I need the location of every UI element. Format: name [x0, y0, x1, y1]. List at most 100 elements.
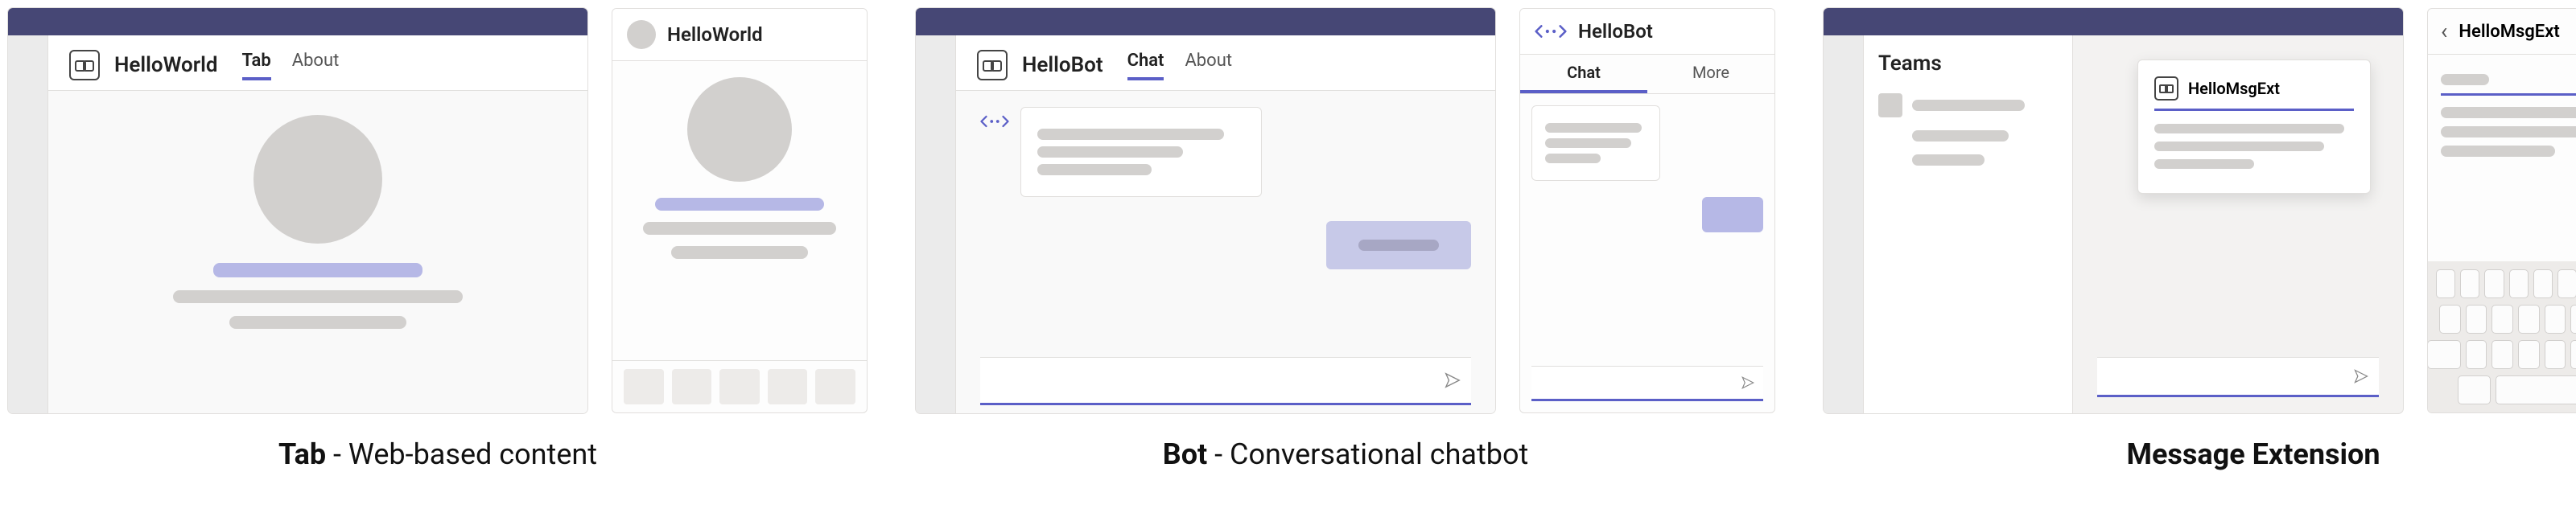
mobile-title: HelloBot [1578, 20, 1653, 43]
tab-chat-active[interactable]: Chat [1127, 51, 1164, 80]
mobile-content [612, 61, 867, 360]
send-icon[interactable] [2353, 368, 2369, 384]
tab-mobile-window: HelloWorld [612, 8, 868, 413]
caption-bot: Bot - Conversational chatbot [1163, 437, 1529, 471]
mobile-bottom-nav[interactable] [612, 360, 867, 412]
caption-msgext: Message Extension [2126, 437, 2380, 471]
app-name: HelloBot [1022, 53, 1103, 77]
mobile-chat-area [1520, 94, 1774, 412]
keyboard-key[interactable] [2509, 269, 2529, 298]
bot-icon [980, 107, 1009, 136]
keyboard-key-space[interactable] [2496, 375, 2576, 404]
message-bubble-outgoing [1702, 197, 1763, 232]
text-line [1912, 154, 1985, 166]
group-bot: HelloBot Chat About [916, 8, 1775, 471]
bot-header: HelloBot Chat About [956, 35, 1495, 91]
keyboard-key[interactable] [2460, 269, 2479, 298]
text-line [2441, 107, 2576, 118]
msgext-mobile-window: ‹ HelloMsgExt [2427, 8, 2576, 413]
text-line [1545, 123, 1642, 133]
sidebar-channel[interactable] [1878, 154, 2058, 166]
keyboard-key[interactable] [2492, 340, 2513, 369]
mobile-title: HelloWorld [667, 23, 763, 46]
window-titlebar [916, 8, 1495, 35]
text-line [1545, 154, 1601, 163]
outgoing-message [1326, 221, 1471, 269]
compose-box[interactable] [2097, 357, 2379, 397]
bot-icon [1535, 23, 1567, 39]
app-icon [2154, 76, 2178, 101]
incoming-message [980, 107, 1471, 197]
app-rail[interactable] [8, 35, 48, 413]
nav-item[interactable] [768, 369, 808, 404]
keyboard-key[interactable] [2484, 269, 2504, 298]
text-line [2441, 126, 2576, 137]
avatar-placeholder [687, 77, 792, 182]
text-line [2154, 124, 2344, 133]
nav-item[interactable] [719, 369, 760, 404]
tab-set: Chat About [1127, 51, 1232, 80]
keyboard-key-shift[interactable] [2427, 340, 2460, 369]
keyboard-key[interactable] [2557, 269, 2576, 298]
bot-mobile-window: HelloBot Chat More [1519, 8, 1775, 413]
sidebar-item[interactable] [1878, 93, 2058, 117]
text-line [1037, 146, 1183, 158]
text-line [1037, 164, 1152, 175]
keyboard-key[interactable] [2545, 305, 2566, 334]
tab-set: Tab About [242, 51, 340, 80]
msgext-flyout-card[interactable]: HelloMsgExt [2137, 59, 2371, 194]
sidebar-channel[interactable] [1878, 130, 2058, 142]
keyboard-key[interactable] [2570, 340, 2576, 369]
mobile-keyboard[interactable] [2428, 261, 2576, 412]
team-avatar-icon [1878, 93, 1902, 117]
nav-item[interactable] [672, 369, 712, 404]
keyboard-key[interactable] [2570, 305, 2576, 334]
keyboard-key[interactable] [2439, 305, 2461, 334]
mobile-header: HelloWorld [612, 9, 867, 61]
keyboard-key[interactable] [2533, 269, 2553, 298]
text-line [229, 316, 406, 329]
back-icon[interactable]: ‹ [2441, 20, 2447, 43]
mobile-header: ‹ HelloMsgExt [2428, 9, 2576, 55]
keyboard-key-123[interactable] [2458, 375, 2491, 404]
send-icon[interactable] [1741, 375, 1755, 390]
keyboard-key[interactable] [2545, 340, 2566, 369]
mobile-title: HelloMsgExt [2459, 22, 2559, 42]
accent-divider [2441, 93, 2576, 96]
accent-divider [2154, 109, 2354, 111]
avatar-placeholder [253, 115, 382, 244]
message-bubble-incoming [1020, 107, 1262, 197]
keyboard-key[interactable] [2466, 305, 2487, 334]
keyboard-key[interactable] [2518, 305, 2540, 334]
send-icon[interactable] [1444, 371, 1461, 389]
tab-about[interactable]: About [1185, 51, 1232, 80]
caption-tab: Tab - Web-based content [278, 437, 597, 471]
tab-header: HelloWorld Tab About [48, 35, 587, 91]
mobile-tab-chat[interactable]: Chat [1520, 55, 1647, 93]
app-rail[interactable] [916, 35, 956, 413]
message-bubble-outgoing [1326, 221, 1471, 269]
keyboard-key[interactable] [2436, 269, 2455, 298]
group-tab: HelloWorld Tab About [8, 8, 868, 471]
app-icon [977, 50, 1008, 80]
message-bubble-incoming [1531, 105, 1660, 181]
tab-tab-active[interactable]: Tab [242, 51, 271, 80]
compose-box[interactable] [980, 357, 1471, 405]
keyboard-key[interactable] [2518, 340, 2540, 369]
keyboard-key[interactable] [2492, 305, 2513, 334]
app-rail[interactable] [1824, 35, 1864, 413]
tab-about[interactable]: About [292, 51, 340, 80]
nav-item[interactable] [624, 369, 664, 404]
mobile-tab-more[interactable]: More [1647, 55, 1774, 93]
text-line [1912, 100, 2025, 111]
text-line [2441, 74, 2489, 85]
compose-box[interactable] [1531, 366, 1763, 401]
chat-area [956, 91, 1495, 413]
text-line [671, 246, 808, 259]
msgext-desktop-window: Teams [1824, 8, 2403, 413]
text-line-accent [213, 263, 422, 277]
group-msgext: Teams [1824, 8, 2576, 471]
keyboard-key[interactable] [2466, 340, 2487, 369]
nav-item[interactable] [815, 369, 855, 404]
sidebar-title: Teams [1878, 51, 2058, 76]
